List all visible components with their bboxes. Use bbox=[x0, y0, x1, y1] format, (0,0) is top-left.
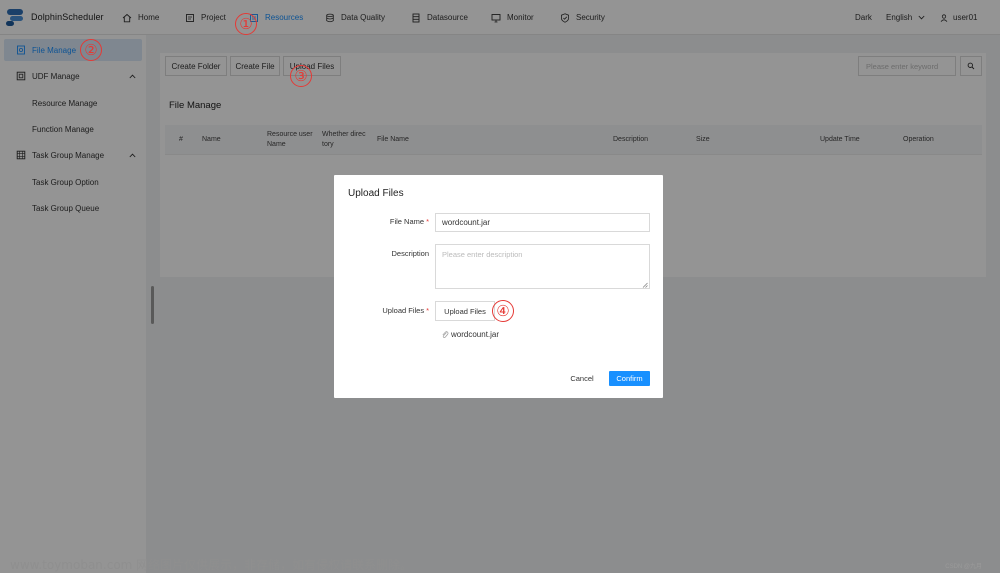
uploaded-file-item[interactable]: wordcount.jar bbox=[441, 330, 499, 339]
description-textarea[interactable]: Please enter description bbox=[435, 244, 650, 289]
description-placeholder: Please enter description bbox=[442, 250, 523, 259]
required-mark: * bbox=[426, 306, 429, 315]
credit-text: CSDN @九月 bbox=[945, 564, 982, 570]
annotation-4: ④ bbox=[492, 300, 514, 322]
annotation-1: ① bbox=[235, 13, 257, 35]
cancel-button[interactable]: Cancel bbox=[566, 371, 598, 386]
upload-files-dialog-button[interactable]: Upload Files bbox=[435, 301, 495, 321]
uploaded-file-name: wordcount.jar bbox=[451, 330, 500, 339]
file-name-label-text: File Name bbox=[389, 217, 425, 226]
required-mark: * bbox=[426, 217, 429, 226]
resize-handle-icon[interactable] bbox=[642, 281, 648, 288]
confirm-button[interactable]: Confirm bbox=[609, 371, 650, 386]
paperclip-icon bbox=[441, 330, 449, 339]
file-name-label: File Name * bbox=[390, 217, 429, 226]
upload-files-label-text: Upload Files bbox=[382, 306, 425, 315]
upload-files-dialog: Upload Files File Name * wordcount.jar De… bbox=[334, 175, 663, 398]
annotation-2: ② bbox=[80, 39, 102, 61]
file-name-input[interactable]: wordcount.jar bbox=[435, 213, 650, 232]
description-label: Description bbox=[391, 249, 429, 258]
dialog-title: Upload Files bbox=[348, 188, 404, 199]
watermark-text: www.toymoban.com 网络图片仅供展示，非存储，如有侵权请联系删除。 bbox=[10, 558, 413, 572]
upload-files-label: Upload Files * bbox=[382, 306, 429, 315]
annotation-3: ③ bbox=[290, 65, 312, 87]
